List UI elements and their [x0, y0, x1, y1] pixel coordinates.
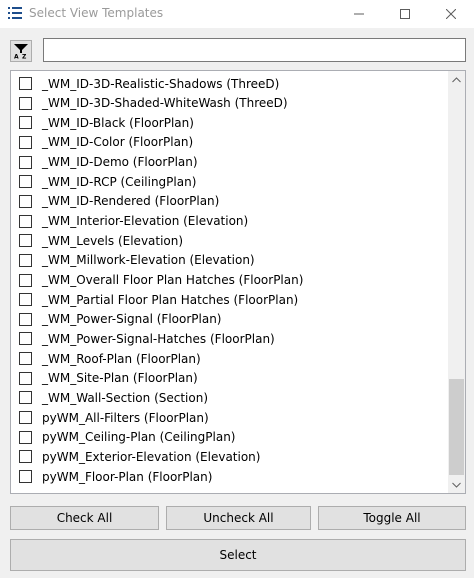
vertical-scrollbar[interactable] [448, 71, 465, 493]
list-item[interactable]: _WM_ID-Demo (FloorPlan) [11, 153, 449, 172]
list-item[interactable]: _WM_ID-Black (FloorPlan) [11, 113, 449, 132]
item-checkbox[interactable] [19, 234, 32, 248]
list-item[interactable]: _WM_Partial Floor Plan Hatches (FloorPla… [11, 290, 449, 309]
uncheck-all-button[interactable]: Uncheck All [166, 506, 311, 530]
list-item[interactable]: _WM_Overall Floor Plan Hatches (FloorPla… [11, 271, 449, 290]
list-item[interactable]: _WM_ID-RCP (CeilingPlan) [11, 172, 449, 191]
item-label: pyWM_All-Filters (FloorPlan) [42, 410, 209, 425]
item-checkbox[interactable] [19, 77, 32, 90]
item-checkbox[interactable] [19, 155, 32, 169]
list-item[interactable]: pyWM_Exterior-Elevation (Elevation) [11, 447, 449, 466]
item-label: _WM_ID-RCP (CeilingPlan) [42, 174, 197, 189]
list-icon [8, 6, 22, 20]
item-label: _WM_Site-Plan (FloorPlan) [42, 371, 198, 386]
sort-filter-button[interactable]: A Z [10, 40, 32, 62]
item-checkbox[interactable] [19, 352, 32, 366]
sort-az-filter-icon: A Z [14, 44, 28, 60]
item-label: _WM_ID-Demo (FloorPlan) [42, 155, 198, 170]
item-checkbox[interactable] [19, 253, 32, 267]
title-bar[interactable]: Select View Templates [0, 0, 474, 28]
minimize-button[interactable] [336, 0, 382, 28]
list-item[interactable]: _WM_Roof-Plan (FloorPlan) [11, 349, 449, 368]
item-checkbox[interactable] [19, 116, 32, 130]
item-label: _WM_ID-Rendered (FloorPlan) [42, 194, 220, 209]
item-checkbox[interactable] [19, 293, 32, 307]
item-label: _WM_Interior-Elevation (Elevation) [42, 214, 249, 228]
item-label: _WM_ID-3D-Shaded-WhiteWash (ThreeD) [42, 96, 288, 111]
item-label: _WM_Power-Signal-Hatches (FloorPlan) [42, 331, 275, 346]
scroll-thumb[interactable] [449, 379, 464, 475]
list-item[interactable]: pyWM_Ceiling-Plan (CeilingPlan) [11, 428, 449, 447]
select-button[interactable]: Select [10, 539, 466, 571]
view-template-list[interactable]: _WM_ID-3D-Realistic-Shadows (ThreeD) _WM_… [10, 70, 466, 494]
list-item[interactable]: _WM_Site-Plan (FloorPlan) [11, 369, 449, 388]
close-button[interactable] [428, 0, 474, 28]
item-checkbox[interactable] [19, 273, 32, 287]
scroll-down-button[interactable] [448, 476, 465, 493]
list-item[interactable]: _WM_Millwork-Elevation (Elevation) [11, 251, 449, 270]
list-item[interactable]: _WM_ID-3D-Shaded-WhiteWash (ThreeD) [11, 94, 449, 113]
item-checkbox[interactable] [19, 214, 32, 228]
item-checkbox[interactable] [19, 312, 32, 326]
close-icon [446, 9, 456, 19]
item-label: pyWM_Exterior-Elevation (Elevation) [42, 449, 261, 464]
list-item[interactable]: _WM_Power-Signal (FloorPlan) [11, 310, 449, 329]
item-checkbox[interactable] [19, 332, 32, 346]
item-checkbox[interactable] [19, 135, 32, 149]
maximize-button[interactable] [382, 0, 428, 28]
svg-text:Z: Z [22, 54, 27, 60]
check-all-button[interactable]: Check All [10, 506, 159, 530]
list-item[interactable]: _WM_ID-Rendered (FloorPlan) [11, 192, 449, 211]
list-item[interactable]: _WM_Wall-Section (Section) [11, 388, 449, 407]
list-item[interactable]: _WM_Power-Signal-Hatches (FloorPlan) [11, 329, 449, 348]
item-checkbox[interactable] [19, 194, 32, 208]
item-label: _WM_ID-3D-Realistic-Shadows (ThreeD) [42, 76, 280, 91]
item-label: pyWM_Floor-Plan (FloorPlan) [42, 469, 213, 484]
search-input[interactable] [43, 38, 466, 62]
item-label: pyWM_Ceiling-Plan (CeilingPlan) [42, 430, 236, 445]
item-label: _WM_Overall Floor Plan Hatches (FloorPla… [42, 273, 304, 287]
item-label: _WM_Roof-Plan (FloorPlan) [42, 351, 201, 366]
window-title: Select View Templates [29, 6, 164, 20]
list-item[interactable]: _WM_ID-3D-Realistic-Shadows (ThreeD) [11, 74, 449, 93]
maximize-icon [400, 9, 410, 19]
list-item[interactable]: _WM_Interior-Elevation (Elevation) [11, 212, 449, 231]
list-item[interactable]: pyWM_All-Filters (FloorPlan) [11, 408, 449, 427]
item-label: _WM_Partial Floor Plan Hatches (FloorPla… [42, 292, 299, 307]
item-label: _WM_Levels (Elevation) [42, 233, 184, 248]
item-label: _WM_Millwork-Elevation (Elevation) [42, 253, 255, 268]
item-checkbox[interactable] [19, 391, 32, 405]
scroll-up-button[interactable] [448, 71, 465, 88]
item-checkbox[interactable] [19, 470, 32, 483]
toggle-all-button[interactable]: Toggle All [318, 506, 466, 530]
item-checkbox[interactable] [19, 450, 32, 464]
svg-text:A: A [14, 54, 19, 60]
item-label: _WM_Power-Signal (FloorPlan) [42, 312, 222, 327]
item-checkbox[interactable] [19, 96, 32, 110]
list-item[interactable]: pyWM_Floor-Plan (FloorPlan) [11, 467, 449, 486]
item-checkbox[interactable] [19, 371, 32, 385]
item-label: _WM_ID-Black (FloorPlan) [42, 115, 194, 130]
item-checkbox[interactable] [19, 411, 32, 424]
select-view-templates-window: Select View Templates A Z _WM_ID-3D-Real… [0, 0, 474, 578]
list-item[interactable]: _WM_ID-Color (FloorPlan) [11, 133, 449, 152]
list-item[interactable]: _WM_Levels (Elevation) [11, 231, 449, 250]
minimize-icon [354, 13, 364, 15]
item-checkbox[interactable] [19, 430, 32, 444]
item-checkbox[interactable] [19, 175, 32, 189]
chevron-down-icon [452, 482, 461, 488]
item-label: _WM_Wall-Section (Section) [42, 390, 209, 405]
chevron-up-icon [452, 76, 461, 82]
item-label: _WM_ID-Color (FloorPlan) [42, 135, 194, 150]
